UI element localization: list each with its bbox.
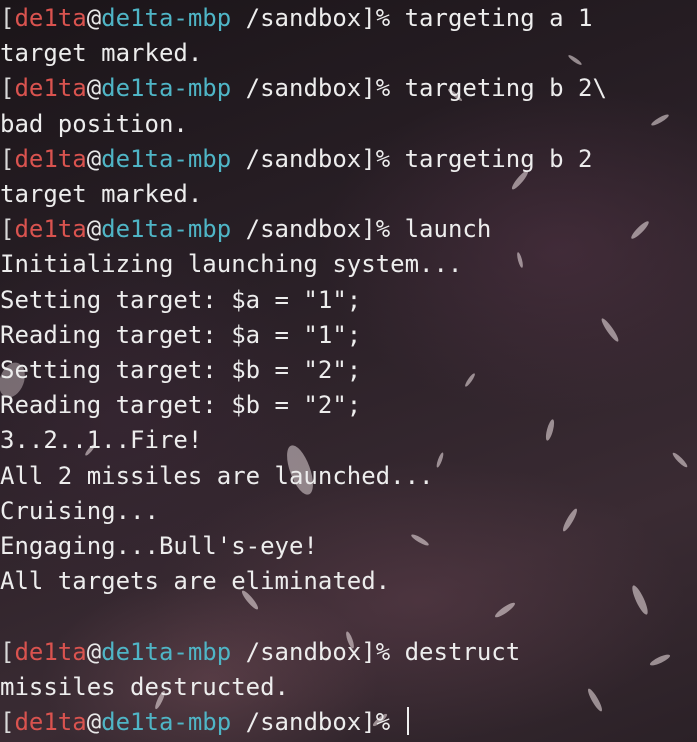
prompt-at-sign: @ (86, 215, 102, 244)
prompt-path: /sandbox (231, 74, 362, 103)
prompt-host: de1ta-mbp (101, 708, 232, 736)
output-line: Setting target: $a = "1"; (0, 285, 362, 314)
prompt-host: de1ta-mbp (101, 637, 232, 666)
output-line: Reading target: $b = "2"; (0, 391, 362, 420)
prompt-path: /sandbox (231, 637, 362, 666)
output-line: Cruising... (0, 496, 159, 525)
prompt-path: /sandbox (231, 4, 362, 32)
prompt-line: [de1ta@de1ta-mbp /sandbox]% targeting b … (0, 142, 592, 177)
command-text (390, 708, 404, 736)
prompt-open-bracket: [ (0, 708, 15, 736)
prompt-at-sign: @ (86, 637, 102, 666)
prompt-symbol: ]% (361, 74, 391, 103)
output-line: 3..2..1..Fire! (0, 426, 203, 455)
command-text: targeting a 1 (390, 4, 593, 32)
prompt-open-bracket: [ (0, 215, 15, 244)
prompt-symbol: ]% (361, 215, 391, 244)
prompt-open-bracket: [ (0, 4, 15, 32)
prompt-line: [de1ta@de1ta-mbp /sandbox]% targeting b … (0, 71, 607, 106)
output-line: Setting target: $b = "2"; (0, 356, 362, 384)
prompt-user: de1ta (14, 708, 87, 736)
prompt-user: de1ta (14, 215, 87, 244)
prompt-line: [de1ta@de1ta-mbp /sandbox]% destruct (0, 635, 520, 670)
output-line: Engaging...Bull's-eye! (0, 532, 318, 560)
prompt-user: de1ta (14, 4, 87, 32)
prompt-at-sign: @ (86, 708, 102, 736)
prompt-symbol: ]% (361, 4, 391, 32)
output-line: All 2 missiles are launched... (0, 461, 434, 490)
output-line: target marked. (0, 180, 203, 208)
output-line: Reading target: $a = "1"; (0, 320, 362, 349)
prompt-host: de1ta-mbp (101, 215, 232, 244)
prompt-host: de1ta-mbp (101, 74, 232, 103)
command-text: targeting b 2 (390, 144, 593, 173)
prompt-line: [de1ta@de1ta-mbp /sandbox]% (0, 705, 409, 740)
output-line: target marked. (0, 39, 203, 68)
output-line: All targets are eliminated. (0, 567, 391, 596)
prompt-at-sign: @ (86, 74, 102, 103)
prompt-at-sign: @ (86, 144, 102, 173)
prompt-path: /sandbox (231, 144, 362, 173)
prompt-user: de1ta (14, 74, 87, 103)
output-line: Initializing launching system... (0, 250, 463, 279)
prompt-open-bracket: [ (0, 637, 15, 666)
prompt-symbol: ]% (361, 637, 391, 666)
command-text: targeting b 2\ (390, 74, 607, 103)
prompt-symbol: ]% (361, 708, 391, 736)
prompt-line: [de1ta@de1ta-mbp /sandbox]% targeting a … (0, 1, 592, 36)
prompt-path: /sandbox (231, 708, 362, 736)
command-text: destruct (390, 637, 521, 666)
prompt-user: de1ta (14, 637, 87, 666)
command-text: launch (390, 215, 492, 244)
output-line: missiles destructed. (0, 672, 289, 701)
output-line: bad position. (0, 109, 188, 138)
prompt-line: [de1ta@de1ta-mbp /sandbox]% launch (0, 212, 491, 247)
prompt-open-bracket: [ (0, 74, 15, 103)
prompt-at-sign: @ (86, 4, 102, 32)
prompt-host: de1ta-mbp (101, 144, 232, 173)
prompt-user: de1ta (14, 144, 87, 173)
prompt-path: /sandbox (231, 215, 362, 244)
prompt-symbol: ]% (361, 144, 391, 173)
prompt-open-bracket: [ (0, 144, 15, 173)
terminal-window[interactable]: [de1ta@de1ta-mbp /sandbox]% targeting a … (0, 0, 697, 742)
prompt-host: de1ta-mbp (101, 4, 232, 32)
text-cursor[interactable] (406, 707, 409, 735)
